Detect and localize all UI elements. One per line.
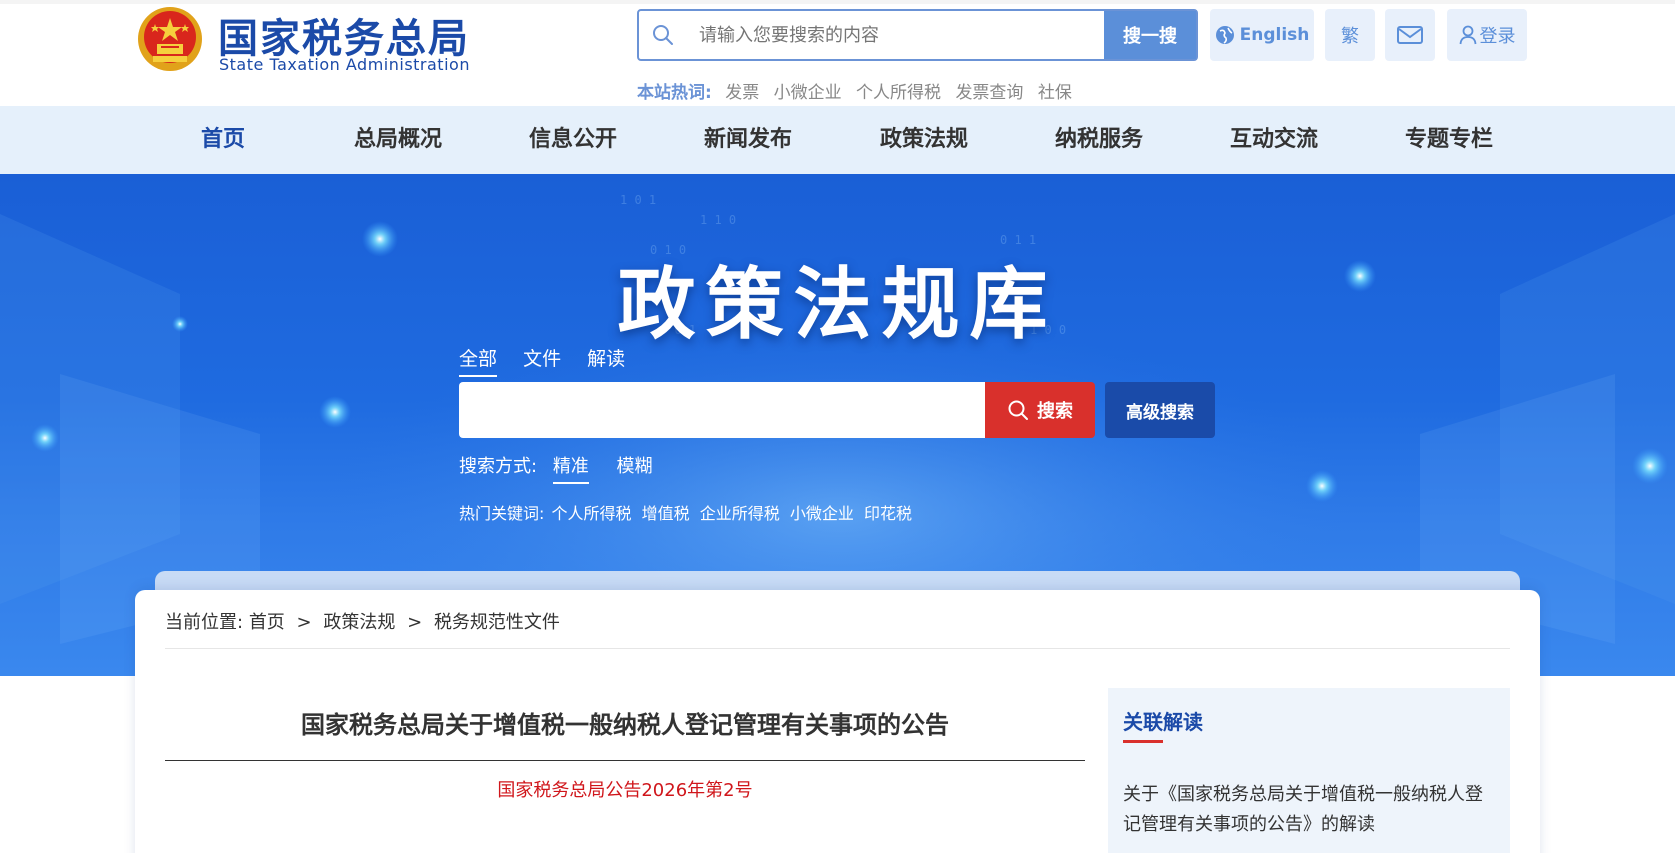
breadcrumb-divider — [165, 648, 1510, 649]
banner-search-tabs: 全部 文件 解读 — [459, 344, 645, 377]
english-button[interactable]: English — [1210, 9, 1314, 61]
banner-hot-keywords: 热门关键词: 个人所得税 增值税 企业所得税 小微企业 印花税 — [459, 500, 917, 524]
related-link[interactable]: 关于《国家税务总局关于增值税一般纳税人登记管理有关事项的公告》的解读 — [1123, 780, 1495, 840]
breadcrumb-separator: > — [407, 612, 423, 633]
hot-word-link[interactable]: 个人所得税 — [856, 83, 941, 103]
site-logo-subtitle[interactable]: State Taxation Administration — [219, 55, 470, 74]
hot-keyword-link[interactable]: 企业所得税 — [700, 504, 780, 523]
hot-keyword-link[interactable]: 增值税 — [642, 504, 690, 523]
document-title: 国家税务总局关于增值税一般纳税人登记管理有关事项的公告 — [301, 711, 949, 739]
search-mode-fuzzy[interactable]: 模糊 — [617, 452, 653, 482]
breadcrumb: 当前位置: 首页 > 政策法规 > 税务规范性文件 — [165, 608, 560, 634]
hot-keywords-label: 热门关键词: — [459, 504, 545, 523]
related-title-underline — [1123, 740, 1163, 743]
breadcrumb-policy[interactable]: 政策法规 — [323, 612, 395, 633]
english-label: English — [1239, 25, 1310, 45]
advanced-search-button[interactable]: 高级搜索 — [1105, 382, 1215, 438]
hot-keyword-link[interactable]: 印花税 — [864, 504, 912, 523]
nav-item-policy[interactable]: 政策法规 — [864, 106, 984, 174]
svg-text:1 0 1: 1 0 1 — [620, 193, 656, 207]
hot-word-link[interactable]: 发票查询 — [955, 83, 1023, 103]
mail-icon — [1397, 26, 1423, 44]
user-icon — [1459, 25, 1476, 45]
breadcrumb-home[interactable]: 首页 — [249, 612, 285, 633]
login-label: 登录 — [1479, 26, 1516, 47]
site-hot-words: 本站热词: 发票 小微企业 个人所得税 发票查询 社保 — [637, 78, 1081, 103]
hot-keyword-link[interactable]: 个人所得税 — [552, 504, 632, 523]
nav-item-topics[interactable]: 专题专栏 — [1389, 106, 1509, 174]
search-mode-exact[interactable]: 精准 — [552, 452, 589, 484]
banner-title: 政策法规库 — [617, 259, 1058, 350]
search-mode: 搜索方式: 精准 模糊 — [459, 452, 675, 484]
tab-documents[interactable]: 文件 — [523, 344, 561, 375]
nav-item-interaction[interactable]: 互动交流 — [1214, 106, 1334, 174]
breadcrumb-label: 当前位置: — [165, 612, 244, 633]
search-mode-label: 搜索方式: — [459, 456, 538, 477]
main-nav: 首页 总局概况 信息公开 新闻发布 政策法规 纳税服务 互动交流 专题专栏 — [0, 106, 1675, 174]
site-search-box: 搜一搜 — [637, 9, 1198, 61]
related-title: 关联解读 — [1123, 710, 1203, 734]
title-divider — [165, 760, 1085, 761]
content-card: 当前位置: 首页 > 政策法规 > 税务规范性文件 国家税务总局关于增值税一般纳… — [135, 590, 1540, 853]
breadcrumb-separator: > — [296, 612, 312, 633]
hot-keyword-link[interactable]: 小微企业 — [790, 504, 854, 523]
site-search-button[interactable]: 搜一搜 — [1104, 11, 1196, 59]
nav-item-home[interactable]: 首页 — [163, 106, 283, 174]
policy-search-button[interactable]: 搜索 — [985, 382, 1095, 438]
policy-search-input[interactable] — [459, 382, 985, 438]
national-emblem-icon[interactable] — [135, 4, 205, 74]
site-header: 国家税务总局 State Taxation Administration 搜一搜… — [0, 4, 1675, 106]
site-search-input[interactable] — [699, 11, 1079, 59]
hot-words-label: 本站热词: — [637, 83, 712, 103]
breadcrumb-current[interactable]: 税务规范性文件 — [434, 612, 560, 633]
globe-icon — [1215, 26, 1234, 44]
hot-word-link[interactable]: 发票 — [725, 83, 759, 103]
nav-item-service[interactable]: 纳税服务 — [1039, 106, 1159, 174]
nav-item-overview[interactable]: 总局概况 — [338, 106, 458, 174]
traditional-chinese-button[interactable]: 繁 — [1325, 9, 1375, 61]
nav-item-disclosure[interactable]: 信息公开 — [513, 106, 633, 174]
document-number: 国家税务总局公告2026年第2号 — [497, 780, 753, 801]
hot-word-link[interactable]: 小微企业 — [774, 83, 842, 103]
search-icon — [653, 25, 673, 45]
related-interpretations-panel: 关联解读 关于《国家税务总局关于增值税一般纳税人登记管理有关事项的公告》的解读 — [1108, 688, 1510, 853]
login-button[interactable]: 登录 — [1447, 9, 1527, 61]
nav-item-news[interactable]: 新闻发布 — [688, 106, 808, 174]
tab-interpretations[interactable]: 解读 — [587, 344, 625, 375]
hot-word-link[interactable]: 社保 — [1038, 83, 1072, 103]
page: 国家税务总局 State Taxation Administration 搜一搜… — [0, 0, 1675, 853]
tab-all[interactable]: 全部 — [459, 344, 498, 377]
svg-text:1 1 0: 1 1 0 — [700, 213, 736, 227]
policy-search-label: 搜索 — [1037, 401, 1073, 422]
mail-button[interactable] — [1385, 9, 1435, 61]
search-icon — [1008, 400, 1028, 420]
